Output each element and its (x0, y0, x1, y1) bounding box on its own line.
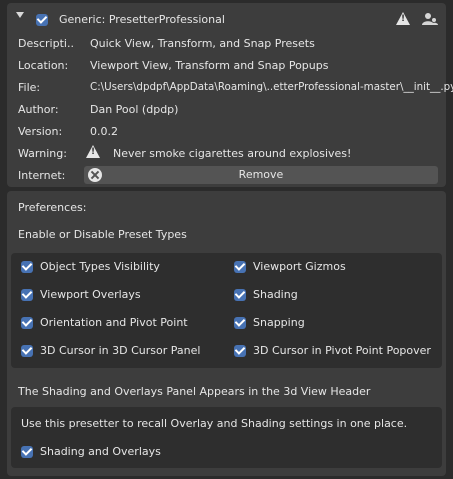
row-label-internet: Internet: (18, 169, 66, 182)
addon-header-title: Generic: PresetterProfessional (59, 13, 225, 26)
row-label-author: Author: (18, 103, 59, 116)
expand-triangle-icon[interactable] (16, 12, 24, 18)
row-label-version: Version: (18, 125, 63, 138)
checkbox-box[interactable] (21, 317, 33, 329)
checkbox-label: Shading (253, 288, 298, 301)
checkbox-label: Shading and Overlays (40, 445, 161, 458)
enable-types-label: Enable or Disable Preset Types (18, 228, 187, 241)
row-value-version: 0.0.2 (90, 125, 118, 138)
checkbox-label: Snapping (253, 316, 305, 329)
row-value-file: C:\Users\dpdpf\AppData\Roaming\..etterPr… (90, 81, 453, 93)
checkbox-label: Orientation and Pivot Point (40, 316, 188, 329)
checkbox-label: 3D Cursor in Pivot Point Popover (253, 344, 431, 357)
checkbox-box[interactable] (21, 345, 33, 357)
shading-info-box: Use this presetter to recall Overlay and… (11, 407, 442, 468)
checkbox-box[interactable] (234, 261, 246, 273)
checkbox-box[interactable] (234, 345, 246, 357)
checkbox-box[interactable] (21, 289, 33, 301)
addon-enable-checkbox[interactable] (36, 14, 48, 26)
row-label-location: Location: (18, 59, 69, 72)
preset-types-box: Object Types Visibility Viewport Gizmos … (11, 253, 442, 368)
checkbox-box[interactable] (21, 446, 33, 458)
x-circle-icon (88, 168, 102, 182)
warning-row-icon (86, 145, 100, 158)
checkbox-label: Viewport Overlays (40, 288, 141, 301)
checkbox-box[interactable] (234, 289, 246, 301)
checkbox-label: Object Types Visibility (40, 260, 160, 273)
row-label-warning: Warning: (18, 147, 67, 160)
row-label-file: File: (18, 81, 41, 94)
row-value-description: Quick View, Transform, and Snap Presets (90, 37, 315, 50)
checkbox-box[interactable] (234, 317, 246, 329)
warning-icon (396, 12, 410, 25)
remove-button[interactable]: Remove (84, 166, 438, 184)
preferences-heading: Preferences: (18, 201, 87, 214)
preferences-panel: Preferences: Enable or Disable Preset Ty… (7, 191, 446, 476)
row-value-author: Dan Pool (dpdp) (90, 103, 179, 116)
addon-panel: Generic: PresetterProfessional Descripti… (7, 3, 453, 187)
row-label-description: Descripti.. (18, 37, 74, 50)
checkbox-label: 3D Cursor in 3D Cursor Panel (40, 344, 201, 357)
checkbox-label: Viewport Gizmos (253, 260, 346, 273)
shading-note: The Shading and Overlays Panel Appears i… (18, 385, 371, 398)
info-text: Use this presetter to recall Overlay and… (21, 417, 408, 430)
checkbox-box[interactable] (21, 261, 33, 273)
row-value-warning: Never smoke cigarettes around explosives… (113, 147, 352, 160)
user-community-icon (422, 12, 438, 26)
row-value-location: Viewport View, Transform and Snap Popups (90, 59, 329, 72)
